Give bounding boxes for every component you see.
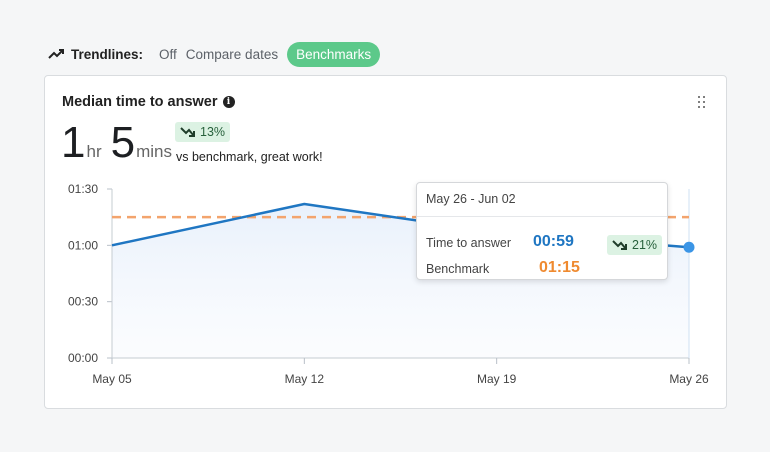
tooltip-date-range: May 26 - Jun 02 [417, 183, 667, 217]
tooltip-delta-value: 21% [632, 238, 658, 252]
trendline-option-benchmarks[interactable]: Benchmarks [287, 41, 381, 67]
y-tick-label: 01:30 [68, 182, 98, 196]
tooltip-delta-badge: 21% [607, 235, 663, 255]
tooltip-metric-label: Time to answer [426, 236, 511, 250]
trendlines-bar: Trendlines: Off Compare dates Benchmarks [48, 41, 381, 67]
tooltip-benchmark-value: 01:15 [539, 259, 580, 276]
trendline-option-off[interactable]: Off [159, 43, 177, 66]
tooltip-benchmark-label: Benchmark [426, 262, 490, 276]
y-tick-label: 01:00 [68, 238, 98, 252]
x-tick-label: May 12 [285, 372, 325, 386]
x-tick-label: May 05 [92, 372, 132, 386]
trending-up-icon [48, 49, 64, 59]
x-tick-label: May 19 [477, 372, 517, 386]
chart-tooltip: May 26 - Jun 02 Time to answer 00:59 Ben… [416, 182, 668, 280]
trendlines-label: Trendlines: [71, 46, 144, 62]
y-tick-label: 00:30 [68, 295, 98, 309]
tooltip-metric-value: 00:59 [533, 233, 574, 250]
y-tick-label: 00:00 [68, 351, 98, 365]
metric-card: Median time to answer i 1 hr 5 mins 13% … [44, 75, 727, 409]
x-tick-label: May 26 [669, 372, 709, 386]
trendline-option-compare-dates[interactable]: Compare dates [186, 43, 278, 66]
trending-down-icon [612, 240, 627, 250]
hover-data-point [683, 241, 695, 253]
